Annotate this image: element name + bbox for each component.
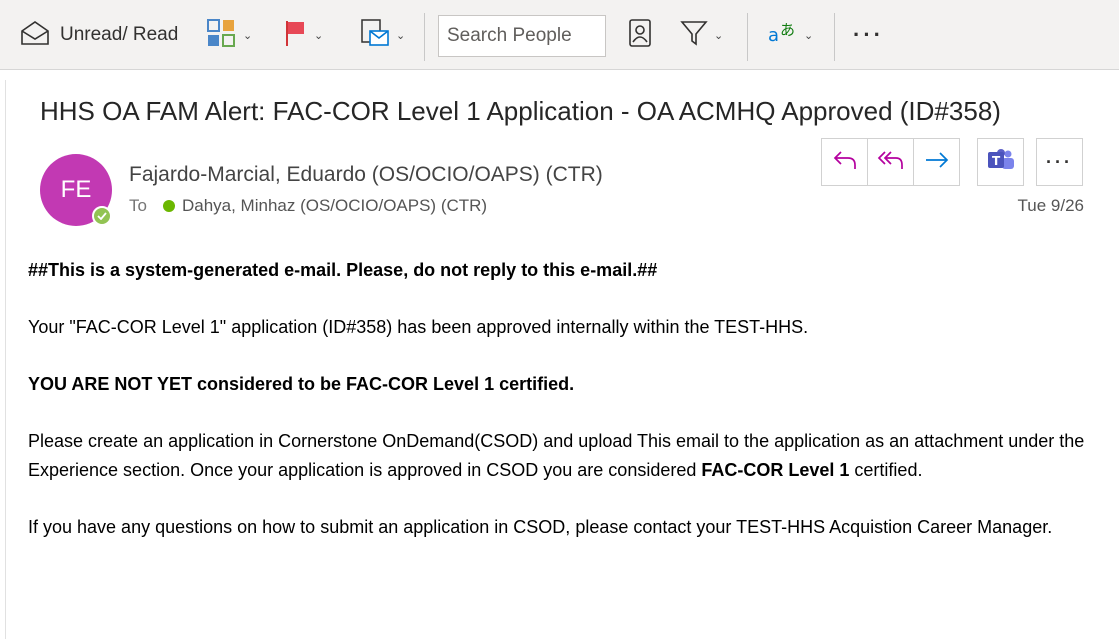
recipient-line: To Dahya, Minhaz (OS/OCIO/OAPS) (CTR) (129, 196, 487, 216)
reply-all-button[interactable] (867, 138, 914, 186)
forward-arrow-icon (924, 150, 950, 175)
more-actions-group: ··· (1036, 138, 1083, 186)
avatar-initials: FE (60, 176, 92, 203)
more-icon: ··· (853, 22, 884, 47)
sender-name[interactable]: Fajardo-Marcial, Eduardo (OS/OCIO/OAPS) … (129, 163, 603, 187)
toolbar-divider (747, 13, 748, 61)
categorize-icon (207, 18, 237, 52)
envelope-open-icon (20, 20, 50, 51)
unread-read-label: Unread/ Read (60, 24, 179, 45)
ribbon-toolbar: Unread/ Read ⌄ ⌄ ⌄ Search People ⌄ a あ ⌄… (0, 0, 1119, 70)
instructions-line-2: Experience section. Once your applicatio… (28, 459, 702, 480)
reading-pane-border (5, 80, 6, 639)
reply-icon (832, 149, 858, 176)
reply-all-icon (877, 149, 905, 176)
filter-icon (680, 19, 708, 52)
chevron-down-icon: ⌄ (804, 29, 814, 42)
chevron-down-icon: ⌄ (243, 29, 253, 42)
message-date: Tue 9/26 (1017, 196, 1084, 215)
chevron-down-icon: ⌄ (314, 29, 324, 42)
more-icon: ··· (1046, 151, 1073, 172)
instructions-line-2-end: certified. (849, 459, 923, 480)
unread-read-button[interactable]: Unread/ Read (20, 0, 178, 70)
toolbar-divider (424, 13, 425, 61)
toolbar-divider (834, 13, 835, 61)
reply-button[interactable] (821, 138, 868, 186)
to-label: To (129, 196, 147, 215)
forward-button[interactable] (913, 138, 960, 186)
instructions-paragraph: Please create an application in Cornerst… (28, 427, 1088, 484)
more-actions-button[interactable]: ··· (1036, 138, 1083, 186)
move-mail-icon (360, 18, 390, 53)
reply-actions (821, 138, 960, 186)
message-body: ##This is a system-generated e-mail. Ple… (28, 256, 1088, 570)
presence-available-icon (92, 206, 112, 226)
message-subject: HHS OA FAM Alert: FAC-COR Level 1 Applic… (40, 96, 1001, 126)
teams-actions: T (977, 138, 1024, 186)
more-commands-button[interactable]: ··· (853, 0, 884, 70)
recipient-presence-icon (162, 200, 175, 212)
move-to-button[interactable]: ⌄ (360, 0, 405, 70)
instructions-line-1: Please create an application in Cornerst… (28, 431, 1085, 451)
flag-button[interactable]: ⌄ (284, 0, 323, 70)
categorize-button[interactable]: ⌄ (207, 0, 252, 70)
system-notice: ##This is a system-generated e-mail. Ple… (28, 260, 658, 280)
svg-text:T: T (992, 154, 1001, 168)
svg-text:あ: あ (780, 21, 795, 39)
translate-button[interactable]: aあ ⌄ (768, 0, 813, 70)
certification-warning: YOU ARE NOT YET considered to be FAC-COR… (28, 374, 575, 394)
svg-text:a: a (768, 25, 779, 46)
filter-email-button[interactable]: ⌄ (680, 0, 723, 70)
address-book-icon (628, 18, 652, 53)
approval-text: Your "FAC-COR Level 1" application (ID#3… (28, 317, 809, 337)
search-people-input[interactable]: Search People (438, 15, 606, 57)
chevron-down-icon: ⌄ (396, 29, 406, 42)
recipient-name[interactable]: Dahya, Minhaz (OS/OCIO/OAPS) (CTR) (182, 196, 487, 216)
certification-name: FAC-COR Level 1 (701, 459, 850, 480)
teams-icon: T (987, 147, 1015, 178)
teams-chat-button[interactable]: T (977, 138, 1024, 186)
chevron-down-icon: ⌄ (714, 29, 724, 42)
flag-icon (284, 19, 308, 52)
contact-text: If you have any questions on how to subm… (28, 516, 1053, 537)
translate-icon: aあ (768, 19, 798, 52)
address-book-button[interactable] (628, 0, 652, 70)
